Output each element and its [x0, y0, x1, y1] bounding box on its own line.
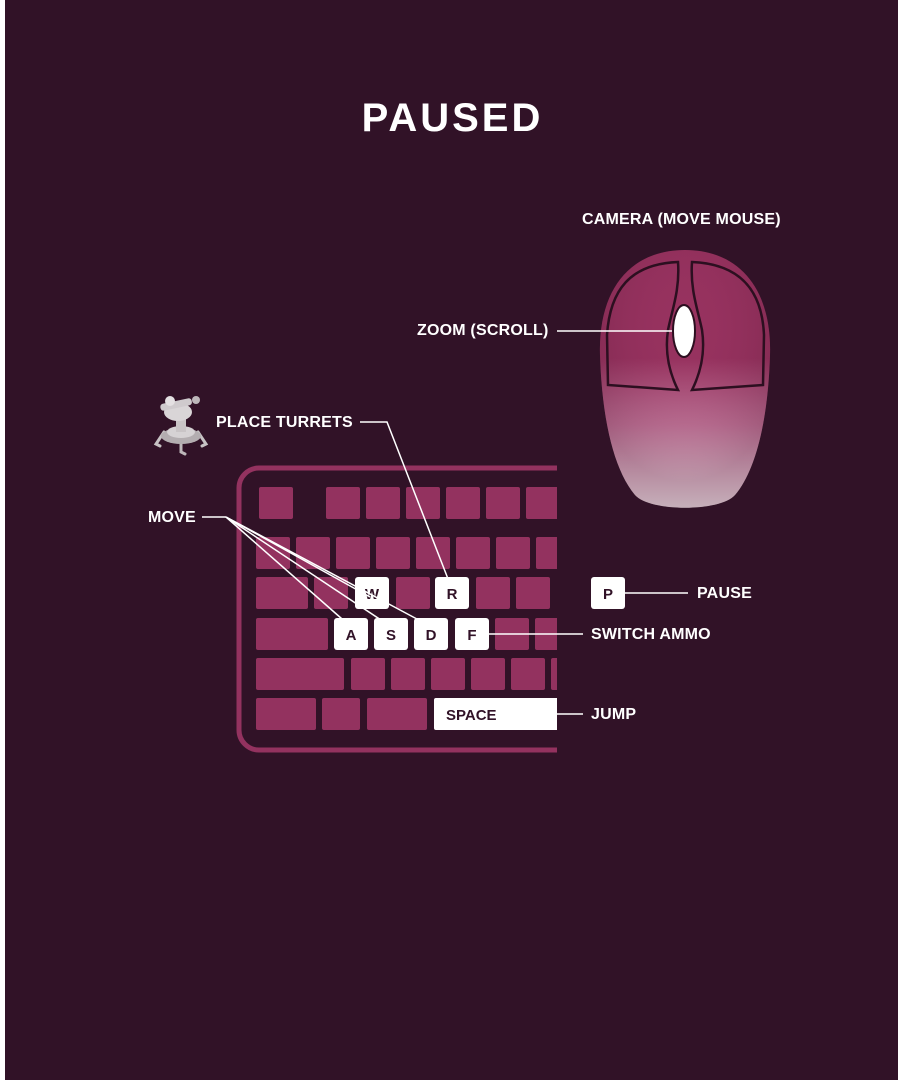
key-d: D	[414, 618, 448, 650]
key-f: F	[455, 618, 489, 650]
key-r: R	[435, 577, 469, 609]
switch-ammo-label: SWITCH AMMO	[591, 626, 711, 643]
svg-text:R: R	[447, 586, 458, 603]
controls-diagram: W R A S D F P SPACE	[153, 250, 771, 753]
mouse-icon	[599, 250, 771, 508]
scroll-wheel	[672, 304, 696, 358]
key-s: S	[374, 618, 408, 650]
zoom-label: ZOOM (SCROLL)	[417, 322, 549, 339]
move-label: MOVE	[148, 509, 196, 526]
jump-label: JUMP	[591, 706, 637, 723]
pause-label: PAUSE	[697, 585, 752, 602]
key-w: W	[355, 577, 389, 609]
key-space-label: SPACE	[446, 707, 497, 724]
svg-text:S: S	[386, 627, 396, 644]
svg-text:P: P	[603, 586, 613, 603]
place-turrets-label: PLACE TURRETS	[216, 414, 353, 431]
camera-label: CAMERA (MOVE MOUSE)	[582, 211, 781, 228]
svg-text:F: F	[467, 627, 476, 644]
svg-text:D: D	[426, 627, 437, 644]
key-a: A	[334, 618, 368, 650]
turret-icon	[153, 396, 209, 456]
key-p: P	[591, 577, 625, 609]
svg-text:A: A	[346, 627, 357, 644]
